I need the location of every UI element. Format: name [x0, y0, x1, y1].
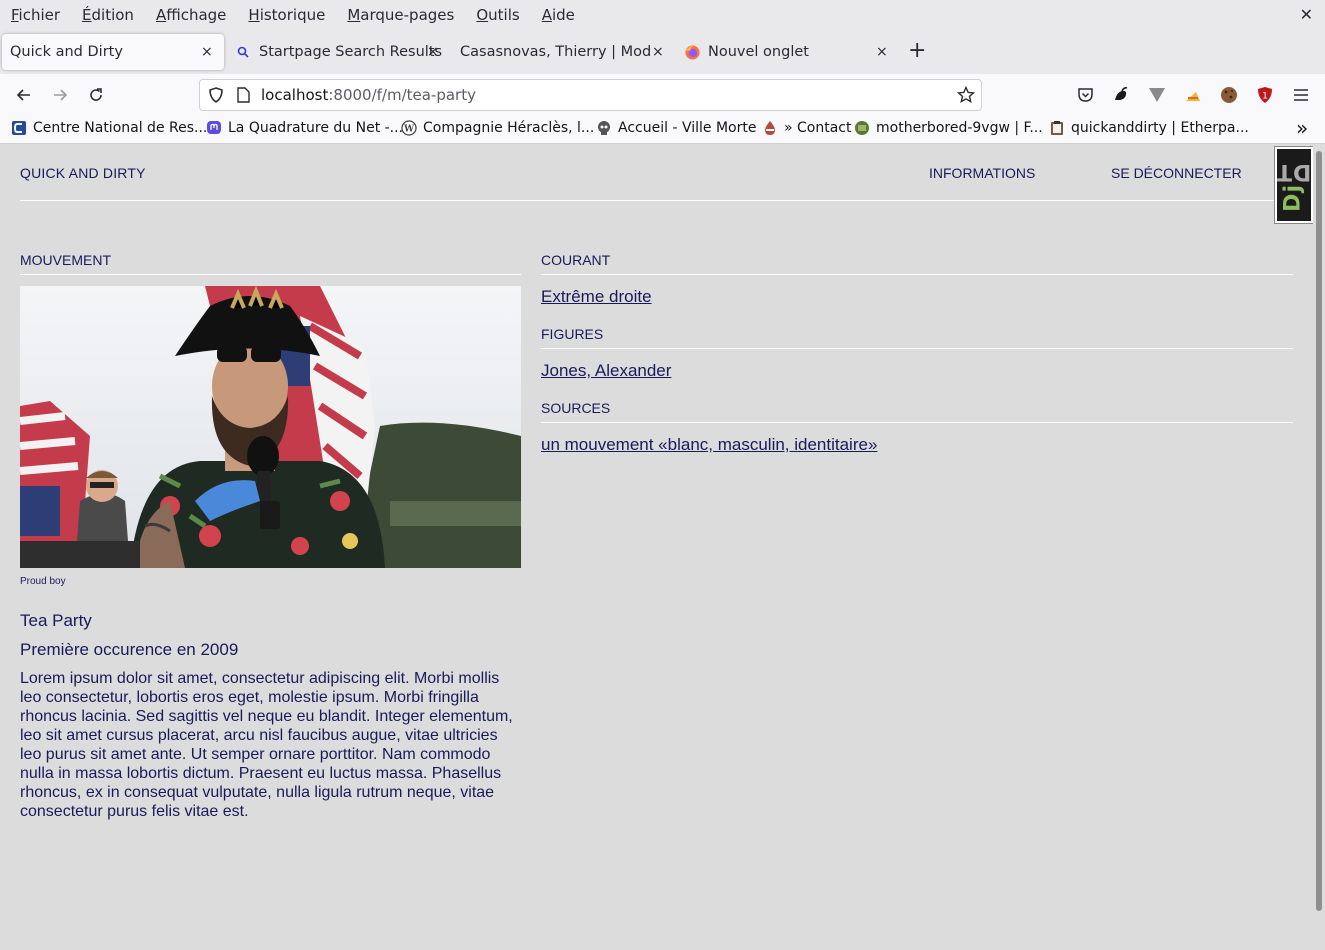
cnrs-favicon-icon: [11, 120, 27, 136]
page-content: QUICK AND DIRTY INFORMATIONS SE DÉCONNEC…: [0, 145, 1313, 950]
bookmark-star-icon[interactable]: [956, 85, 976, 108]
tab-close-icon[interactable]: ×: [876, 44, 888, 60]
skull-favicon-icon: [596, 120, 612, 136]
figures-divider: [541, 348, 1293, 349]
tab-casasnovas[interactable]: Casasnovas, Thierry | Modific ×: [452, 34, 666, 70]
page-scrollbar[interactable]: [1313, 145, 1325, 950]
bookmark-contact[interactable]: » Contact: [762, 120, 851, 136]
svg-text:W: W: [403, 125, 415, 135]
arrow-right-icon: [54, 89, 68, 101]
menu-aide[interactable]: Aide: [531, 6, 586, 24]
figures-link[interactable]: Jones, Alexander: [541, 361, 671, 381]
v-extension-icon[interactable]: [1147, 85, 1167, 105]
clipboard-favicon-icon: [1049, 120, 1065, 136]
nav-informations[interactable]: INFORMATIONS: [929, 165, 1035, 181]
bookmarks-toolbar: Centre National de Res... La Quadrature …: [0, 116, 1325, 144]
mouvement-divider: [20, 274, 521, 275]
scrollbar-thumb[interactable]: [1316, 151, 1322, 911]
sources-divider: [541, 422, 1293, 423]
menu-fichier[interactable]: Fichier: [0, 6, 71, 24]
movement-date: Première occurence en 2009: [20, 640, 239, 659]
address-bar[interactable]: localhost:8000/f/m/tea-party: [199, 79, 982, 111]
window-close-icon[interactable]: ✕: [1300, 5, 1313, 24]
header-divider: [20, 200, 1293, 201]
sources-heading: SOURCES: [541, 400, 611, 416]
menu-edition[interactable]: Édition: [71, 6, 145, 24]
arrow-left-icon: [16, 89, 30, 101]
menu-affichage[interactable]: Affichage: [145, 6, 237, 24]
mouvement-heading: MOUVEMENT: [20, 252, 111, 268]
tab-title: Nouvel onglet: [708, 44, 809, 60]
motherbored-favicon-icon: [854, 120, 870, 136]
courant-heading: COURANT: [541, 252, 611, 268]
bookmark-motherbored[interactable]: motherbored-9vgw | F...: [854, 120, 1043, 136]
bookmark-quadrature[interactable]: La Quadrature du Net -...: [206, 120, 403, 136]
photo-caption: Proud boy: [20, 576, 66, 587]
bookmark-heracles[interactable]: W Compagnie Héraclès, l...: [401, 120, 594, 136]
bookmarks-overflow-button[interactable]: »: [1296, 116, 1308, 140]
tab-title: Casasnovas, Thierry | Modific: [460, 44, 650, 60]
menu-marque-pages[interactable]: Marque-pages: [336, 6, 465, 24]
tab-startpage[interactable]: Startpage Search Results ×: [232, 34, 442, 70]
menu-outils[interactable]: Outils: [465, 6, 530, 24]
startpage-favicon-icon: [235, 44, 251, 60]
navigation-toolbar: localhost:8000/f/m/tea-party 1: [0, 74, 1325, 116]
firefox-favicon-icon: [684, 44, 700, 60]
nav-se-deconnecter[interactable]: SE DÉCONNECTER: [1111, 165, 1242, 181]
courant-divider: [541, 274, 1293, 275]
sources-link[interactable]: un mouvement «blanc, masculin, identitai…: [541, 435, 877, 455]
pocket-icon[interactable]: [1075, 85, 1095, 105]
courant-link[interactable]: Extrême droite: [541, 287, 652, 307]
tab-close-icon[interactable]: ×: [652, 44, 664, 60]
bookmark-cnrs[interactable]: Centre National de Res...: [11, 120, 207, 136]
tab-title: Startpage Search Results: [259, 44, 442, 60]
proud-boy-photo: [20, 286, 521, 568]
movement-photo: [20, 286, 521, 568]
tab-nouvel-onglet[interactable]: Nouvel onglet ×: [680, 34, 892, 70]
site-title[interactable]: QUICK AND DIRTY: [20, 165, 146, 181]
menu-bar: Fichier Édition Affichage Historique Mar…: [0, 0, 1325, 30]
tab-quick-and-dirty[interactable]: Quick and Dirty ×: [2, 34, 224, 70]
new-tab-button[interactable]: +: [908, 40, 926, 62]
tab-bar: Quick and Dirty × Startpage Search Resul…: [0, 30, 1325, 74]
menu-historique[interactable]: Historique: [237, 6, 336, 24]
back-button[interactable]: [12, 83, 36, 107]
cake-extension-icon[interactable]: [1183, 85, 1203, 105]
movement-name: Tea Party: [20, 611, 92, 630]
ublock-badge-count: 1: [1262, 92, 1268, 102]
hamburger-menu-icon[interactable]: [1291, 85, 1311, 105]
tab-close-icon[interactable]: ×: [201, 44, 213, 60]
forward-button[interactable]: [48, 83, 72, 107]
cookie-extension-icon[interactable]: [1219, 85, 1239, 105]
shield-icon[interactable]: [208, 87, 224, 107]
mastodon-favicon-icon: [206, 120, 222, 136]
tab-title: Quick and Dirty: [10, 44, 123, 60]
page-icon[interactable]: [236, 87, 250, 107]
url-text[interactable]: localhost:8000/f/m/tea-party: [261, 86, 476, 104]
bookmark-etherpad[interactable]: quickanddirty | Etherpa...: [1049, 120, 1249, 136]
gnu-extension-icon[interactable]: [1111, 85, 1131, 105]
wordpress-favicon-icon: W: [401, 120, 417, 136]
django-debug-toolbar-handle[interactable]: DjDT: [1274, 146, 1314, 224]
contact-favicon-icon: [762, 120, 778, 136]
ublock-extension-icon[interactable]: 1: [1255, 85, 1275, 105]
tab-close-icon[interactable]: ×: [427, 44, 439, 60]
reload-icon: [90, 88, 102, 101]
figures-heading: FIGURES: [541, 326, 604, 342]
movement-description: Lorem ipsum dolor sit amet, consectetur …: [20, 670, 513, 820]
reload-button[interactable]: [84, 83, 108, 107]
bookmark-ville-morte[interactable]: Accueil - Ville Morte: [596, 120, 756, 136]
djdt-logo: DjDT: [1276, 158, 1312, 212]
